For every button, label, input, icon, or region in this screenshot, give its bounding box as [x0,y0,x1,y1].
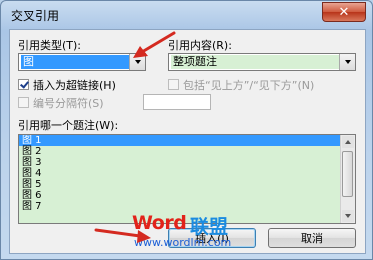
caption-list-label: 引用哪一个题注(W): [18,119,119,132]
list-item[interactable]: 图 1 [19,135,355,146]
list-item[interactable]: 图 6 [19,190,355,201]
ref-content-select[interactable]: 整项题注 [168,53,356,71]
insert-hyperlink-label: 插入为超链接(H) [33,79,116,92]
ref-content-label: 引用内容(R): [168,39,232,52]
include-above-below-label: 包括“见上方”/“见下方”(N) [183,79,315,92]
scroll-up-icon[interactable] [342,136,354,148]
ref-type-select[interactable]: 图 [18,53,146,71]
list-item[interactable]: 图 4 [19,168,355,179]
list-item[interactable]: 图 7 [19,201,355,212]
insert-button[interactable]: 插入(I) [168,228,256,248]
chevron-down-icon[interactable] [129,54,145,70]
include-above-below-checkbox[interactable] [168,79,179,90]
cancel-button-label: 取消 [301,232,323,245]
list-item[interactable]: 图 2 [19,146,355,157]
cancel-button[interactable]: 取消 [268,228,356,248]
close-icon: ✕ [338,4,350,20]
number-separator-checkbox[interactable] [18,97,29,108]
ref-type-value: 图 [21,55,129,69]
title-bar: 交叉引用 ✕ [1,1,372,29]
list-item[interactable]: 图 3 [19,157,355,168]
caption-listbox[interactable]: 图 1 图 2 图 3 图 4 图 5 图 6 图 7 [18,134,356,224]
list-scrollbar[interactable] [340,135,355,223]
number-separator-input[interactable] [143,94,211,110]
scroll-thumb[interactable] [342,151,353,197]
dialog-title: 交叉引用 [11,9,60,23]
ref-content-value: 整项题注 [171,55,339,69]
list-item[interactable]: 图 5 [19,179,355,190]
dialog-body: 引用类型(T): 图 引用内容(R): 整项题注 插入为超链接(H) 包括“见上… [9,29,366,254]
scroll-down-icon[interactable] [342,210,354,222]
insert-hyperlink-checkbox[interactable] [18,79,29,90]
close-button[interactable]: ✕ [322,2,366,22]
ref-type-label: 引用类型(T): [18,39,82,52]
chevron-down-icon[interactable] [339,54,355,70]
cross-reference-dialog: 交叉引用 ✕ 引用类型(T): 图 引用内容(R): 整项题注 插入为超链接(H… [0,0,373,260]
number-separator-label: 编号分隔符(S) [33,97,104,110]
insert-button-label: 插入(I) [195,232,229,245]
